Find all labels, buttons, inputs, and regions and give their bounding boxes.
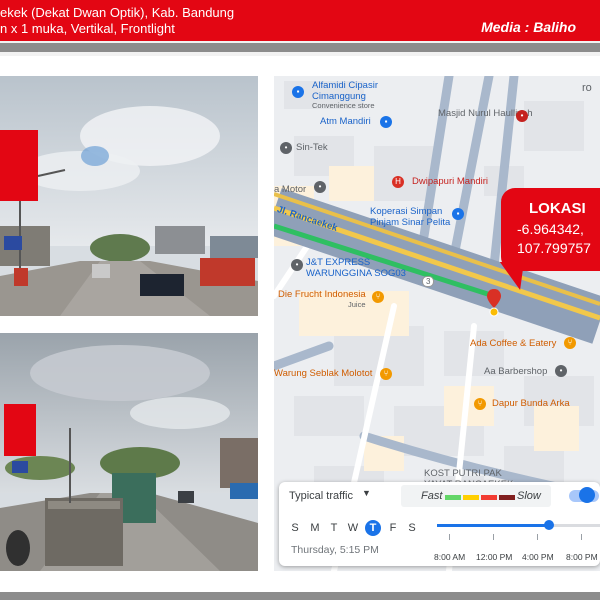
map-label-barber[interactable]: Aa Barbershop [484,366,547,377]
day-friday[interactable]: F [385,520,401,536]
street-photo-top [0,76,258,316]
map-label-koperasi-2[interactable]: Pinjam Sinar Pelita [370,217,450,228]
hospital-icon: H [392,176,404,188]
map-label-dapur[interactable]: Dapur Bunda Arka [492,398,570,409]
time-slider-handle[interactable] [544,520,554,530]
map-label-motor[interactable]: a Motor [274,184,306,195]
street-photo-bottom [0,333,258,571]
location-callout: LOKASI -6.964342, 107.799757 [501,188,600,271]
media-type: Media : Baliho [481,19,576,35]
slider-tick [537,534,538,540]
tick-label: 8:00 AM [434,552,466,562]
location-pin-icon[interactable] [486,288,502,318]
location-latitude: -6.964342, [517,221,584,237]
header-bar: ekek (Dekat Dwan Optik), Kab. Bandung n … [0,0,600,41]
restaurant-icon: ⑂ [474,398,486,410]
legend-swatch [445,495,461,500]
typical-traffic-panel: Typical traffic ▼ Fast Slow S M T W T F … [279,482,600,566]
place-icon: • [280,142,292,154]
day-wednesday[interactable]: W [345,520,361,536]
map-label-dwipapuri[interactable]: Dwipapuri Mandiri [412,176,488,187]
legend-swatch [499,495,515,500]
slider-tick [581,534,582,540]
header-divider [0,43,600,52]
traffic-toggle-knob[interactable] [579,487,595,503]
building-icon: ▪ [452,208,464,220]
map-label-jnt-1[interactable]: J&T EXPRESS [306,257,370,268]
tick-label: 4:00 PM [522,552,554,562]
billboard-marker [0,130,38,201]
day-saturday[interactable]: S [404,520,420,536]
legend-swatch [481,495,497,500]
place-icon: • [291,259,303,271]
day-tuesday[interactable]: T [326,520,342,536]
legend-swatch [463,495,479,500]
tick-label: 8:00 PM [566,552,598,562]
route-shield: 3 [422,276,435,287]
map-label-ada-coffee[interactable]: Ada Coffee & Eatery [470,338,556,349]
day-thursday[interactable]: T [365,520,381,536]
map-label-sintek[interactable]: Sin-Tek [296,142,328,153]
slider-tick [493,534,494,540]
restaurant-icon: ⑂ [564,337,576,349]
map-label-kost-1[interactable]: KOST PUTRI PAK [424,468,502,479]
time-slider-track[interactable] [549,524,600,527]
map-label-jnt-2[interactable]: WARUNGGINA SOG03 [306,268,406,279]
bag-icon: ▪ [292,86,304,98]
map-label-die-frucht[interactable]: Die Frucht Indonesia [278,289,366,300]
place-icon: • [555,365,567,377]
legend-fast: Fast [421,490,443,502]
map-label-warung[interactable]: Warung Seblak Molotot [274,368,372,379]
traffic-legend: Fast Slow [401,485,551,507]
map-label-alfamidi[interactable]: Alfamidi Cipasir [312,80,378,91]
tick-label: 12:00 PM [476,552,513,562]
location-longitude: 107.799757 [517,240,591,256]
place-icon: • [314,181,326,193]
time-slider-filled[interactable] [437,524,549,527]
map-label-juice: Juice [348,300,366,309]
billboard-marker [4,404,36,456]
place-icon: • [516,110,528,122]
map-label-koperasi-1[interactable]: Koperasi Simpan [370,206,442,217]
building-icon: ▪ [380,116,392,128]
location-description: ekek (Dekat Dwan Optik), Kab. Bandung [0,5,235,20]
location-title: LOKASI [529,200,586,217]
billboard-spec: n x 1 muka, Vertikal, Frontlight [0,21,175,36]
slider-tick [449,534,450,540]
day-monday[interactable]: M [307,520,323,536]
footer-divider [0,592,600,600]
traffic-dropdown[interactable]: Typical traffic [289,490,353,502]
restaurant-icon: ⑂ [372,291,384,303]
legend-slow: Slow [517,490,541,502]
restaurant-icon: ⑂ [380,368,392,380]
day-sunday[interactable]: S [287,520,303,536]
map-label-atm[interactable]: Atm Mandiri [320,116,371,127]
map-label-top-right: ro [582,82,592,94]
dropdown-caret-icon[interactable]: ▼ [362,488,371,498]
map-label-alfamidi-type: Convenience store [312,101,375,110]
selected-day-time: Thursday, 5:15 PM [291,544,379,556]
